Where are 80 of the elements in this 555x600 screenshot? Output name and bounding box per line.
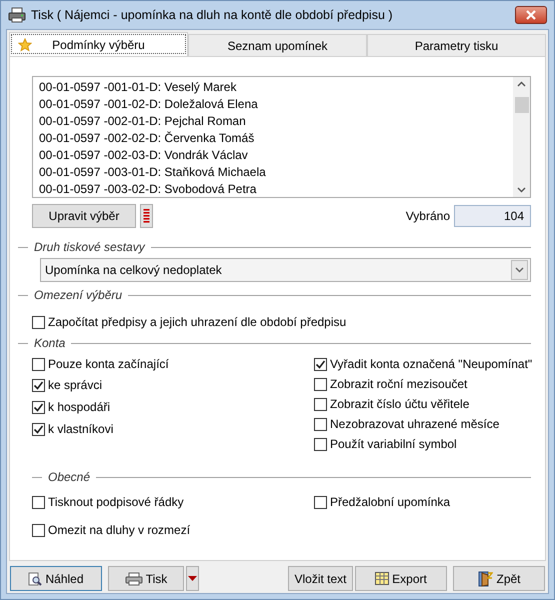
checkbox-label: k hospodáři xyxy=(48,400,110,414)
tab[interactable]: Seznam upomínek xyxy=(188,34,367,56)
checkbox-label: k vlastníkovi xyxy=(48,422,114,436)
checkbox-label: Zobrazit roční mezisoučet xyxy=(330,377,468,391)
scroll-up-icon[interactable] xyxy=(517,81,526,87)
close-button[interactable] xyxy=(515,6,547,24)
checkbox-box[interactable] xyxy=(32,496,45,508)
checkbox-box[interactable] xyxy=(32,378,45,392)
checkbox[interactable]: Zobrazit roční mezisoučet xyxy=(314,374,532,394)
checkbox-box[interactable] xyxy=(314,438,327,450)
accounts-listbox[interactable] xyxy=(32,76,531,198)
checkbox-box[interactable] xyxy=(314,418,327,430)
list-icon xyxy=(143,208,150,224)
checkbox-box[interactable] xyxy=(314,358,327,370)
star-icon xyxy=(18,38,32,52)
checkbox-box[interactable] xyxy=(314,398,327,410)
checkbox-box[interactable] xyxy=(32,358,45,370)
list-item[interactable]: 00-01-0597 -003-02-D: Svobodová Petra xyxy=(39,181,507,198)
section-title: Konta xyxy=(34,336,66,350)
checkbox[interactable]: Omezit na dluhy v rozmezí xyxy=(32,516,314,544)
table-icon xyxy=(375,572,390,585)
checkbox[interactable]: Pouze konta začínající xyxy=(32,354,314,374)
checkbox-label: Vyřadit konta označená "Neupomínat" xyxy=(330,357,532,371)
scroll-down-icon[interactable] xyxy=(517,187,526,193)
print-menu-button[interactable] xyxy=(186,566,199,591)
checkbox-label: Použít variabilní symbol xyxy=(330,437,457,451)
list-item[interactable]: 00-01-0597 -002-02-D: Červenka Tomáš xyxy=(39,130,507,147)
checkbox-label: Započítat předpisy a jejich uhrazení dle období předpisu xyxy=(48,315,346,329)
checkbox-box[interactable] xyxy=(32,524,45,536)
tab[interactable]: Parametry tisku xyxy=(367,34,546,56)
window-title: Tisk ( Nájemci - upomínka na dluh na kontě dle období předpisu ) xyxy=(31,8,394,22)
checkbox-label: Pouze konta začínající xyxy=(48,357,169,371)
back-button[interactable]: Zpět xyxy=(453,566,545,591)
scrollbar[interactable] xyxy=(513,77,530,197)
checkbox[interactable]: k hospodáři xyxy=(32,396,314,418)
checkbox[interactable]: Předžalobní upomínka xyxy=(314,488,531,516)
scroll-thumb[interactable] xyxy=(515,97,529,113)
checkbox[interactable]: Nezobrazovat uhrazené měsíce xyxy=(314,414,532,434)
checkbox[interactable]: Vyřadit konta označená "Neupomínat" xyxy=(314,354,532,374)
checkbox[interactable]: k vlastníkovi xyxy=(32,418,314,440)
door-icon xyxy=(477,570,494,586)
edit-selection-button[interactable]: Upravit výběr xyxy=(32,204,136,228)
checkbox-label: Omezit na dluhy v rozmezí xyxy=(48,523,190,537)
checkbox[interactable]: Započítat předpisy a jejich uhrazení dle období předpisu xyxy=(32,312,531,332)
checkbox[interactable]: Tisknout podpisové řádky xyxy=(32,488,314,516)
checkbox-box[interactable] xyxy=(32,400,45,414)
export-button[interactable]: Export xyxy=(355,566,447,591)
close-icon xyxy=(525,10,537,20)
printer-icon xyxy=(124,572,143,586)
checkbox-box[interactable] xyxy=(32,422,45,436)
checkbox-box[interactable] xyxy=(314,496,327,508)
checkbox-label: Nezobrazovat uhrazené měsíce xyxy=(330,417,500,431)
printer-icon xyxy=(8,7,26,23)
section-title: Omezení výběru xyxy=(34,288,122,302)
report-type-dropdown[interactable]: Upomínka na celkový nedoplatek xyxy=(40,258,531,282)
insert-text-button[interactable]: Vložit text xyxy=(288,566,353,591)
list-item[interactable]: 00-01-0597 -001-01-D: Veselý Marek xyxy=(39,79,507,96)
caret-icon xyxy=(188,576,197,582)
section-title: Obecné xyxy=(48,470,90,484)
list-button[interactable] xyxy=(140,204,153,228)
checkbox[interactable]: Použít variabilní symbol xyxy=(314,434,532,454)
section-title: Druh tiskové sestavy xyxy=(34,240,145,254)
checkbox-box[interactable] xyxy=(32,316,45,328)
checkbox-label: ke správci xyxy=(48,378,102,392)
checkbox[interactable]: ke správci xyxy=(32,374,314,396)
print-button[interactable]: Tisk xyxy=(108,566,184,591)
checkbox-label: Zobrazit číslo účtu věřitele xyxy=(330,397,470,411)
list-item[interactable]: 00-01-0597 -002-01-D: Pejchal Roman xyxy=(39,113,507,130)
checkbox[interactable]: Zobrazit číslo účtu věřitele xyxy=(314,394,532,414)
preview-button[interactable]: Náhled xyxy=(10,566,102,591)
selected-count-label: Vybráno xyxy=(406,209,450,223)
magnifier-icon xyxy=(28,572,42,586)
selected-count-field: 104 xyxy=(454,205,531,227)
tab[interactable]: Podmínky výběru xyxy=(9,32,188,56)
checkbox-label: Tisknout podpisové řádky xyxy=(48,495,184,509)
list-item[interactable]: 00-01-0597 -001-02-D: Doležalová Elena xyxy=(39,96,507,113)
checkbox-box[interactable] xyxy=(314,378,327,390)
list-item[interactable]: 00-01-0597 -003-01-D: Staňková Michaela xyxy=(39,164,507,181)
list-item[interactable]: 00-01-0597 -002-03-D: Vondrák Václav xyxy=(39,147,507,164)
checkbox-label: Předžalobní upomínka xyxy=(330,495,450,509)
